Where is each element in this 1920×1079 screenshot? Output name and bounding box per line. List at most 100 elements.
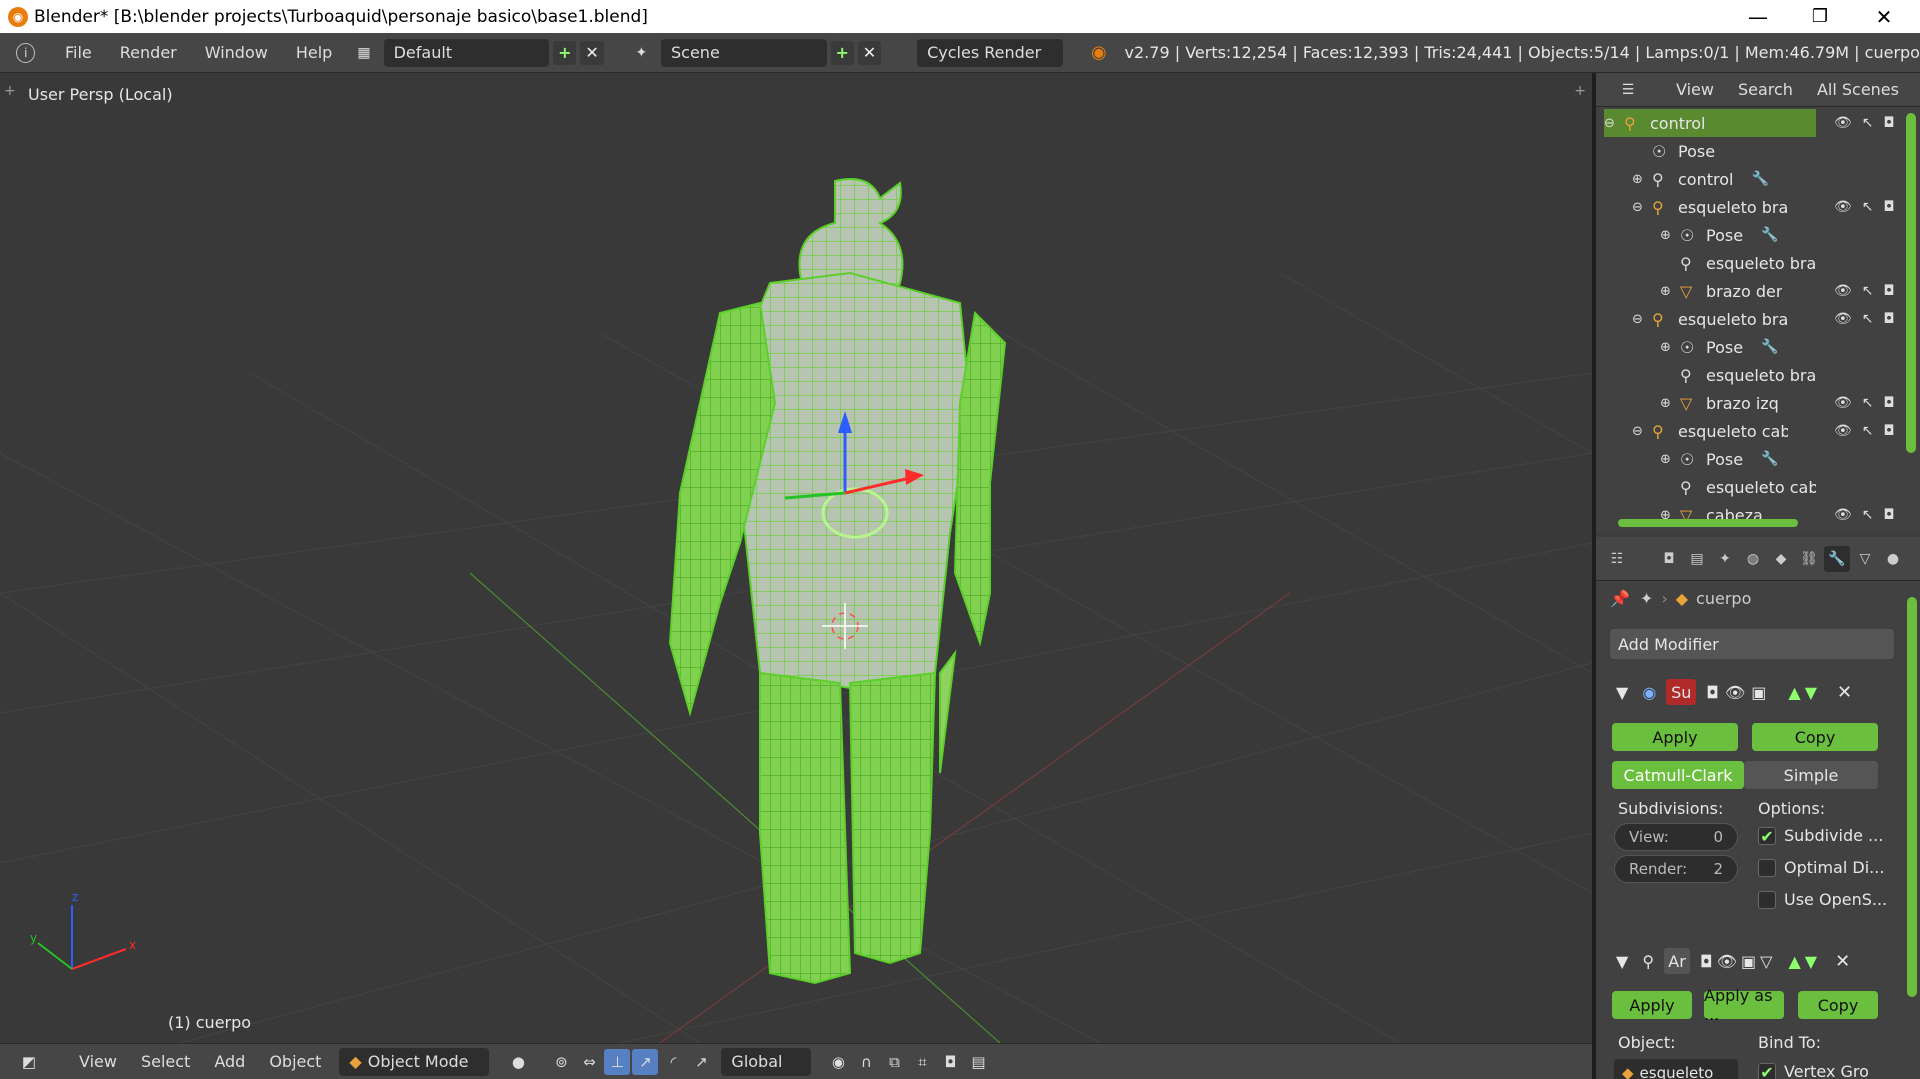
- expand-toggle-icon[interactable]: ⊕: [1660, 340, 1680, 355]
- armature-cage-toggle-icon[interactable]: ▽: [1760, 952, 1772, 971]
- render-animation-icon[interactable]: ▤: [965, 1049, 991, 1075]
- optimal-display-checkbox[interactable]: [1758, 859, 1776, 877]
- remove-scene-button[interactable]: ✕: [857, 40, 882, 65]
- close-button[interactable]: ✕: [1854, 0, 1914, 33]
- proportional-edit-icon[interactable]: ◉: [825, 1049, 851, 1075]
- render-camera-icon[interactable]: ◘: [1884, 199, 1895, 215]
- add-layout-button[interactable]: +: [553, 40, 577, 65]
- remove-modifier-icon[interactable]: ✕: [1837, 682, 1852, 703]
- modifiers-tab-icon[interactable]: 🔧: [1824, 545, 1850, 572]
- outliner-row[interactable]: ⊖⚲ esqueleto cabeza 👁 ↖ ◘: [1632, 417, 1914, 445]
- bind-vertex-groups-checkbox[interactable]: ✔: [1758, 1063, 1776, 1079]
- armature-name-field[interactable]: Ar: [1664, 948, 1691, 974]
- snap-element-icon[interactable]: ⧉: [881, 1049, 907, 1075]
- armature-viewport-toggle-icon[interactable]: 👁: [1717, 952, 1737, 971]
- menu-object[interactable]: Object: [257, 1052, 333, 1071]
- expand-toggle-icon[interactable]: ⊕: [1660, 452, 1680, 467]
- add-modifier-dropdown[interactable]: Add Modifier: [1610, 629, 1894, 659]
- expand-toggle-icon[interactable]: ⊕: [1660, 228, 1680, 243]
- expand-toggle-icon[interactable]: ⊕: [1660, 396, 1680, 411]
- selectability-arrow-icon[interactable]: ↖: [1862, 311, 1874, 327]
- render-tab-icon[interactable]: ◘: [1656, 546, 1682, 572]
- subsurf-name-field[interactable]: Su: [1666, 679, 1697, 705]
- selectability-arrow-icon[interactable]: ↖: [1862, 199, 1874, 215]
- outliner-horizontal-scrollbar[interactable]: [1618, 519, 1798, 527]
- selectability-arrow-icon[interactable]: ↖: [1862, 395, 1874, 411]
- visibility-eye-icon[interactable]: 👁: [1834, 507, 1852, 523]
- catmull-clark-button[interactable]: Catmull-Clark: [1612, 761, 1744, 789]
- render-camera-icon[interactable]: ◘: [1884, 395, 1895, 411]
- layers-icon[interactable]: ⌗: [909, 1049, 935, 1075]
- rotate-manipulator-icon[interactable]: ↗: [632, 1048, 659, 1075]
- transform-orientation-selector[interactable]: Global: [721, 1047, 812, 1076]
- viewport-shading-icon[interactable]: ●: [505, 1049, 531, 1075]
- subsurf-copy-button[interactable]: Copy: [1752, 723, 1878, 751]
- expand-toggle-icon[interactable]: ⊖: [1632, 200, 1652, 215]
- 3d-viewport[interactable]: z x y User Persp (Local) (1) cuerpo + +: [0, 73, 1592, 1043]
- rotate-icon[interactable]: ◜: [660, 1049, 686, 1075]
- armature-apply-button[interactable]: Apply: [1612, 991, 1692, 1019]
- menu-help[interactable]: Help: [282, 43, 346, 62]
- visibility-eye-icon[interactable]: 👁: [1834, 283, 1852, 299]
- outliner-row[interactable]: ⊕ ▽ brazo izq 👁 ↖ ◘: [1660, 389, 1914, 417]
- visibility-eye-icon[interactable]: 👁: [1834, 423, 1852, 439]
- armature-remove-icon[interactable]: ✕: [1835, 951, 1850, 972]
- visibility-eye-icon[interactable]: 👁: [1834, 311, 1852, 327]
- outliner-view-menu[interactable]: View: [1664, 80, 1726, 99]
- menu-file[interactable]: File: [51, 43, 106, 62]
- subdivision-view-field[interactable]: View: 0: [1614, 823, 1738, 851]
- render-camera-icon[interactable]: ◘: [1884, 423, 1895, 439]
- outliner-row[interactable]: ⊖⚲ esqueleto brazo izc 👁 ↖ ◘: [1632, 305, 1914, 333]
- info-editor-icon[interactable]: i: [16, 42, 36, 63]
- scene-tab-icon[interactable]: ✦: [1712, 546, 1738, 572]
- outliner-row[interactable]: ⊕ ☉ Pose 🔧: [1660, 333, 1914, 361]
- visibility-eye-icon[interactable]: 👁: [1834, 199, 1852, 215]
- outliner-row[interactable]: ⊕ ☉ Pose 🔧: [1660, 221, 1914, 249]
- render-camera-icon[interactable]: ◘: [1884, 507, 1895, 523]
- expand-toggle-icon[interactable]: ⊕: [1660, 284, 1680, 299]
- scale-manipulator-icon[interactable]: ↗: [688, 1049, 714, 1075]
- minimize-button[interactable]: —: [1728, 0, 1788, 33]
- outliner-row[interactable]: ⊕ ☉ Pose 🔧: [1660, 445, 1914, 473]
- maximize-button[interactable]: ❐: [1790, 0, 1850, 33]
- render-camera-icon[interactable]: ◘: [1884, 283, 1895, 299]
- render-camera-icon[interactable]: ◘: [1884, 311, 1895, 327]
- collapse-icon[interactable]: ▼: [1616, 683, 1628, 702]
- selectability-arrow-icon[interactable]: ↖: [1862, 283, 1874, 299]
- snap-icon[interactable]: ∩: [853, 1049, 879, 1075]
- pin-icon[interactable]: 📌: [1610, 589, 1630, 608]
- render-camera-icon[interactable]: ◘: [937, 1049, 963, 1075]
- outliner-display-mode[interactable]: All Scenes: [1805, 80, 1911, 99]
- outliner-row[interactable]: ⊖⚲ esqueleto brazo de 👁 ↖ ◘: [1632, 193, 1914, 221]
- outliner-editor-icon[interactable]: ☰: [1616, 78, 1640, 102]
- simple-button[interactable]: Simple: [1744, 761, 1878, 789]
- subdivide-uvs-checkbox[interactable]: ✔: [1758, 827, 1776, 846]
- selectability-arrow-icon[interactable]: ↖: [1862, 115, 1874, 131]
- outliner-row[interactable]: ⊖ ⚲ control 👁 ↖ ◘: [1604, 109, 1895, 137]
- outliner-scrollbar[interactable]: [1906, 113, 1916, 453]
- world-tab-icon[interactable]: ◍: [1740, 546, 1766, 572]
- subdivision-render-field[interactable]: Render: 2: [1614, 855, 1738, 883]
- editor-type-icon[interactable]: ◩: [16, 1049, 42, 1075]
- selectability-arrow-icon[interactable]: ↖: [1862, 423, 1874, 439]
- properties-region-toggle-icon[interactable]: +: [1574, 83, 1586, 99]
- outliner-row[interactable]: ⚲ esqueleto cabe: [1660, 473, 1914, 501]
- object-tab-icon[interactable]: ◆: [1768, 546, 1794, 572]
- scene-selector[interactable]: Scene: [661, 38, 827, 67]
- editmode-toggle-icon[interactable]: ▣: [1751, 683, 1766, 702]
- translate-manipulator-icon[interactable]: ⊥: [604, 1048, 631, 1075]
- armature-object-field[interactable]: ◆ esqueleto: [1614, 1059, 1738, 1079]
- expand-toggle-icon[interactable]: ⊕: [1632, 172, 1652, 187]
- add-scene-button[interactable]: +: [830, 40, 854, 65]
- screen-layout-icon[interactable]: ▦: [352, 41, 375, 65]
- outliner-row[interactable]: ⚲ esqueleto braz: [1660, 249, 1914, 277]
- render-engine-selector[interactable]: Cycles Render: [917, 38, 1064, 67]
- outliner-search-menu[interactable]: Search: [1726, 80, 1805, 99]
- move-up-icon[interactable]: ▲: [1788, 683, 1800, 702]
- render-toggle-icon[interactable]: ◘: [1706, 683, 1719, 702]
- expand-toggle-icon[interactable]: ⊖: [1632, 424, 1652, 439]
- armature-copy-button[interactable]: Copy: [1798, 991, 1878, 1019]
- armature-render-toggle-icon[interactable]: ◘: [1700, 952, 1713, 971]
- selectability-arrow-icon[interactable]: ↖: [1862, 507, 1874, 523]
- armature-editmode-toggle-icon[interactable]: ▣: [1741, 952, 1756, 971]
